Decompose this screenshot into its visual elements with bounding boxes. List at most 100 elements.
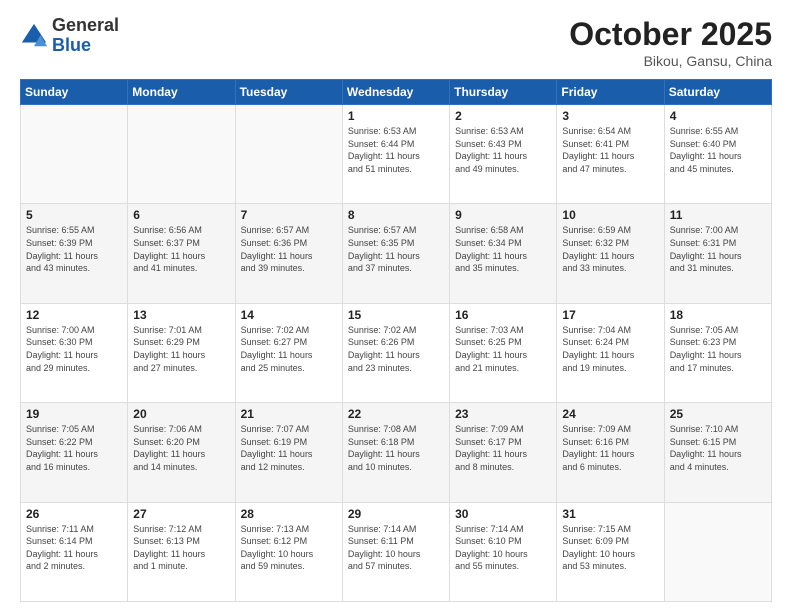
- day-info: Sunrise: 7:05 AMSunset: 6:22 PMDaylight:…: [26, 423, 122, 473]
- day-number: 10: [562, 208, 658, 222]
- day-info: Sunrise: 7:02 AMSunset: 6:27 PMDaylight:…: [241, 324, 337, 374]
- day-number: 24: [562, 407, 658, 421]
- calendar-cell: 10 Sunrise: 6:59 AMSunset: 6:32 PMDayligh…: [557, 204, 664, 303]
- header-row: SundayMondayTuesdayWednesdayThursdayFrid…: [21, 80, 772, 105]
- day-header-tuesday: Tuesday: [235, 80, 342, 105]
- day-info: Sunrise: 7:03 AMSunset: 6:25 PMDaylight:…: [455, 324, 551, 374]
- calendar-cell: 17 Sunrise: 7:04 AMSunset: 6:24 PMDayligh…: [557, 303, 664, 402]
- page: General Blue October 2025 Bikou, Gansu, …: [0, 0, 792, 612]
- day-info: Sunrise: 7:12 AMSunset: 6:13 PMDaylight:…: [133, 523, 229, 573]
- day-info: Sunrise: 7:10 AMSunset: 6:15 PMDaylight:…: [670, 423, 766, 473]
- logo-blue-text: Blue: [52, 35, 91, 55]
- calendar-cell: [21, 105, 128, 204]
- calendar-cell: 14Sunrise: 7:02 AMSunset: 6:27 PMDayligh…: [235, 303, 342, 402]
- calendar-title: October 2025: [569, 16, 772, 53]
- calendar-cell: [664, 502, 771, 601]
- calendar-cell: 25 Sunrise: 7:10 AMSunset: 6:15 PMDayligh…: [664, 403, 771, 502]
- calendar-cell: 16 Sunrise: 7:03 AMSunset: 6:25 PMDayligh…: [450, 303, 557, 402]
- day-number: 12: [26, 308, 122, 322]
- day-number: 1: [348, 109, 444, 123]
- day-info: Sunrise: 6:57 AMSunset: 6:35 PMDaylight:…: [348, 224, 444, 274]
- day-info: Sunrise: 7:09 AMSunset: 6:17 PMDaylight:…: [455, 423, 551, 473]
- day-info: Sunrise: 7:00 AMSunset: 6:30 PMDaylight:…: [26, 324, 122, 374]
- calendar-cell: 28 Sunrise: 7:13 AMSunset: 6:12 PMDayligh…: [235, 502, 342, 601]
- calendar-table: SundayMondayTuesdayWednesdayThursdayFrid…: [20, 79, 772, 602]
- day-number: 21: [241, 407, 337, 421]
- week-row-2: 5 Sunrise: 6:55 AMSunset: 6:39 PMDaylight…: [21, 204, 772, 303]
- day-header-saturday: Saturday: [664, 80, 771, 105]
- day-number: 20: [133, 407, 229, 421]
- calendar-cell: 18Sunrise: 7:05 AMSunset: 6:23 PMDayligh…: [664, 303, 771, 402]
- week-row-5: 26Sunrise: 7:11 AMSunset: 6:14 PMDayligh…: [21, 502, 772, 601]
- logo: General Blue: [20, 16, 119, 56]
- day-number: 15: [348, 308, 444, 322]
- calendar-cell: 12 Sunrise: 7:00 AMSunset: 6:30 PMDayligh…: [21, 303, 128, 402]
- header: General Blue October 2025 Bikou, Gansu, …: [20, 16, 772, 69]
- day-number: 6: [133, 208, 229, 222]
- title-block: October 2025 Bikou, Gansu, China: [569, 16, 772, 69]
- day-info: Sunrise: 6:58 AMSunset: 6:34 PMDaylight:…: [455, 224, 551, 274]
- day-info: Sunrise: 6:59 AMSunset: 6:32 PMDaylight:…: [562, 224, 658, 274]
- week-row-4: 19Sunrise: 7:05 AMSunset: 6:22 PMDayligh…: [21, 403, 772, 502]
- day-info: Sunrise: 7:01 AMSunset: 6:29 PMDaylight:…: [133, 324, 229, 374]
- day-number: 17: [562, 308, 658, 322]
- day-header-monday: Monday: [128, 80, 235, 105]
- day-number: 11: [670, 208, 766, 222]
- day-info: Sunrise: 6:55 AMSunset: 6:40 PMDaylight:…: [670, 125, 766, 175]
- day-number: 5: [26, 208, 122, 222]
- day-number: 31: [562, 507, 658, 521]
- day-info: Sunrise: 7:02 AMSunset: 6:26 PMDaylight:…: [348, 324, 444, 374]
- calendar-cell: 26Sunrise: 7:11 AMSunset: 6:14 PMDayligh…: [21, 502, 128, 601]
- day-number: 28: [241, 507, 337, 521]
- calendar-cell: 27 Sunrise: 7:12 AMSunset: 6:13 PMDayligh…: [128, 502, 235, 601]
- day-number: 25: [670, 407, 766, 421]
- calendar-cell: 2 Sunrise: 6:53 AMSunset: 6:43 PMDaylight…: [450, 105, 557, 204]
- day-info: Sunrise: 7:04 AMSunset: 6:24 PMDaylight:…: [562, 324, 658, 374]
- day-info: Sunrise: 7:08 AMSunset: 6:18 PMDaylight:…: [348, 423, 444, 473]
- day-number: 13: [133, 308, 229, 322]
- calendar-cell: [235, 105, 342, 204]
- day-info: Sunrise: 7:14 AMSunset: 6:11 PMDaylight:…: [348, 523, 444, 573]
- day-info: Sunrise: 7:07 AMSunset: 6:19 PMDaylight:…: [241, 423, 337, 473]
- calendar-cell: 7Sunrise: 6:57 AMSunset: 6:36 PMDaylight…: [235, 204, 342, 303]
- calendar-cell: 4 Sunrise: 6:55 AMSunset: 6:40 PMDaylight…: [664, 105, 771, 204]
- calendar-cell: 20Sunrise: 7:06 AMSunset: 6:20 PMDayligh…: [128, 403, 235, 502]
- day-number: 29: [348, 507, 444, 521]
- day-info: Sunrise: 7:14 AMSunset: 6:10 PMDaylight:…: [455, 523, 551, 573]
- day-info: Sunrise: 7:13 AMSunset: 6:12 PMDaylight:…: [241, 523, 337, 573]
- day-info: Sunrise: 6:56 AMSunset: 6:37 PMDaylight:…: [133, 224, 229, 274]
- calendar-cell: 13 Sunrise: 7:01 AMSunset: 6:29 PMDayligh…: [128, 303, 235, 402]
- day-number: 7: [241, 208, 337, 222]
- calendar-cell: 15 Sunrise: 7:02 AMSunset: 6:26 PMDayligh…: [342, 303, 449, 402]
- calendar-cell: 31Sunrise: 7:15 AMSunset: 6:09 PMDayligh…: [557, 502, 664, 601]
- day-number: 3: [562, 109, 658, 123]
- calendar-location: Bikou, Gansu, China: [569, 53, 772, 69]
- day-number: 4: [670, 109, 766, 123]
- day-header-friday: Friday: [557, 80, 664, 105]
- calendar-cell: 23 Sunrise: 7:09 AMSunset: 6:17 PMDayligh…: [450, 403, 557, 502]
- day-header-wednesday: Wednesday: [342, 80, 449, 105]
- week-row-1: 1 Sunrise: 6:53 AMSunset: 6:44 PMDaylight…: [21, 105, 772, 204]
- calendar-cell: 30Sunrise: 7:14 AMSunset: 6:10 PMDayligh…: [450, 502, 557, 601]
- calendar-cell: 22Sunrise: 7:08 AMSunset: 6:18 PMDayligh…: [342, 403, 449, 502]
- day-number: 8: [348, 208, 444, 222]
- day-header-sunday: Sunday: [21, 80, 128, 105]
- day-info: Sunrise: 6:55 AMSunset: 6:39 PMDaylight:…: [26, 224, 122, 274]
- day-number: 2: [455, 109, 551, 123]
- day-number: 16: [455, 308, 551, 322]
- calendar-cell: 29 Sunrise: 7:14 AMSunset: 6:11 PMDayligh…: [342, 502, 449, 601]
- day-info: Sunrise: 7:05 AMSunset: 6:23 PMDaylight:…: [670, 324, 766, 374]
- day-number: 27: [133, 507, 229, 521]
- calendar-cell: 19Sunrise: 7:05 AMSunset: 6:22 PMDayligh…: [21, 403, 128, 502]
- day-info: Sunrise: 6:53 AMSunset: 6:44 PMDaylight:…: [348, 125, 444, 175]
- calendar-cell: 24 Sunrise: 7:09 AMSunset: 6:16 PMDayligh…: [557, 403, 664, 502]
- day-info: Sunrise: 7:11 AMSunset: 6:14 PMDaylight:…: [26, 523, 122, 573]
- day-number: 9: [455, 208, 551, 222]
- calendar-cell: 3 Sunrise: 6:54 AMSunset: 6:41 PMDaylight…: [557, 105, 664, 204]
- calendar-cell: 21 Sunrise: 7:07 AMSunset: 6:19 PMDayligh…: [235, 403, 342, 502]
- day-number: 23: [455, 407, 551, 421]
- day-info: Sunrise: 7:09 AMSunset: 6:16 PMDaylight:…: [562, 423, 658, 473]
- calendar-cell: 8 Sunrise: 6:57 AMSunset: 6:35 PMDaylight…: [342, 204, 449, 303]
- day-info: Sunrise: 6:53 AMSunset: 6:43 PMDaylight:…: [455, 125, 551, 175]
- day-info: Sunrise: 6:54 AMSunset: 6:41 PMDaylight:…: [562, 125, 658, 175]
